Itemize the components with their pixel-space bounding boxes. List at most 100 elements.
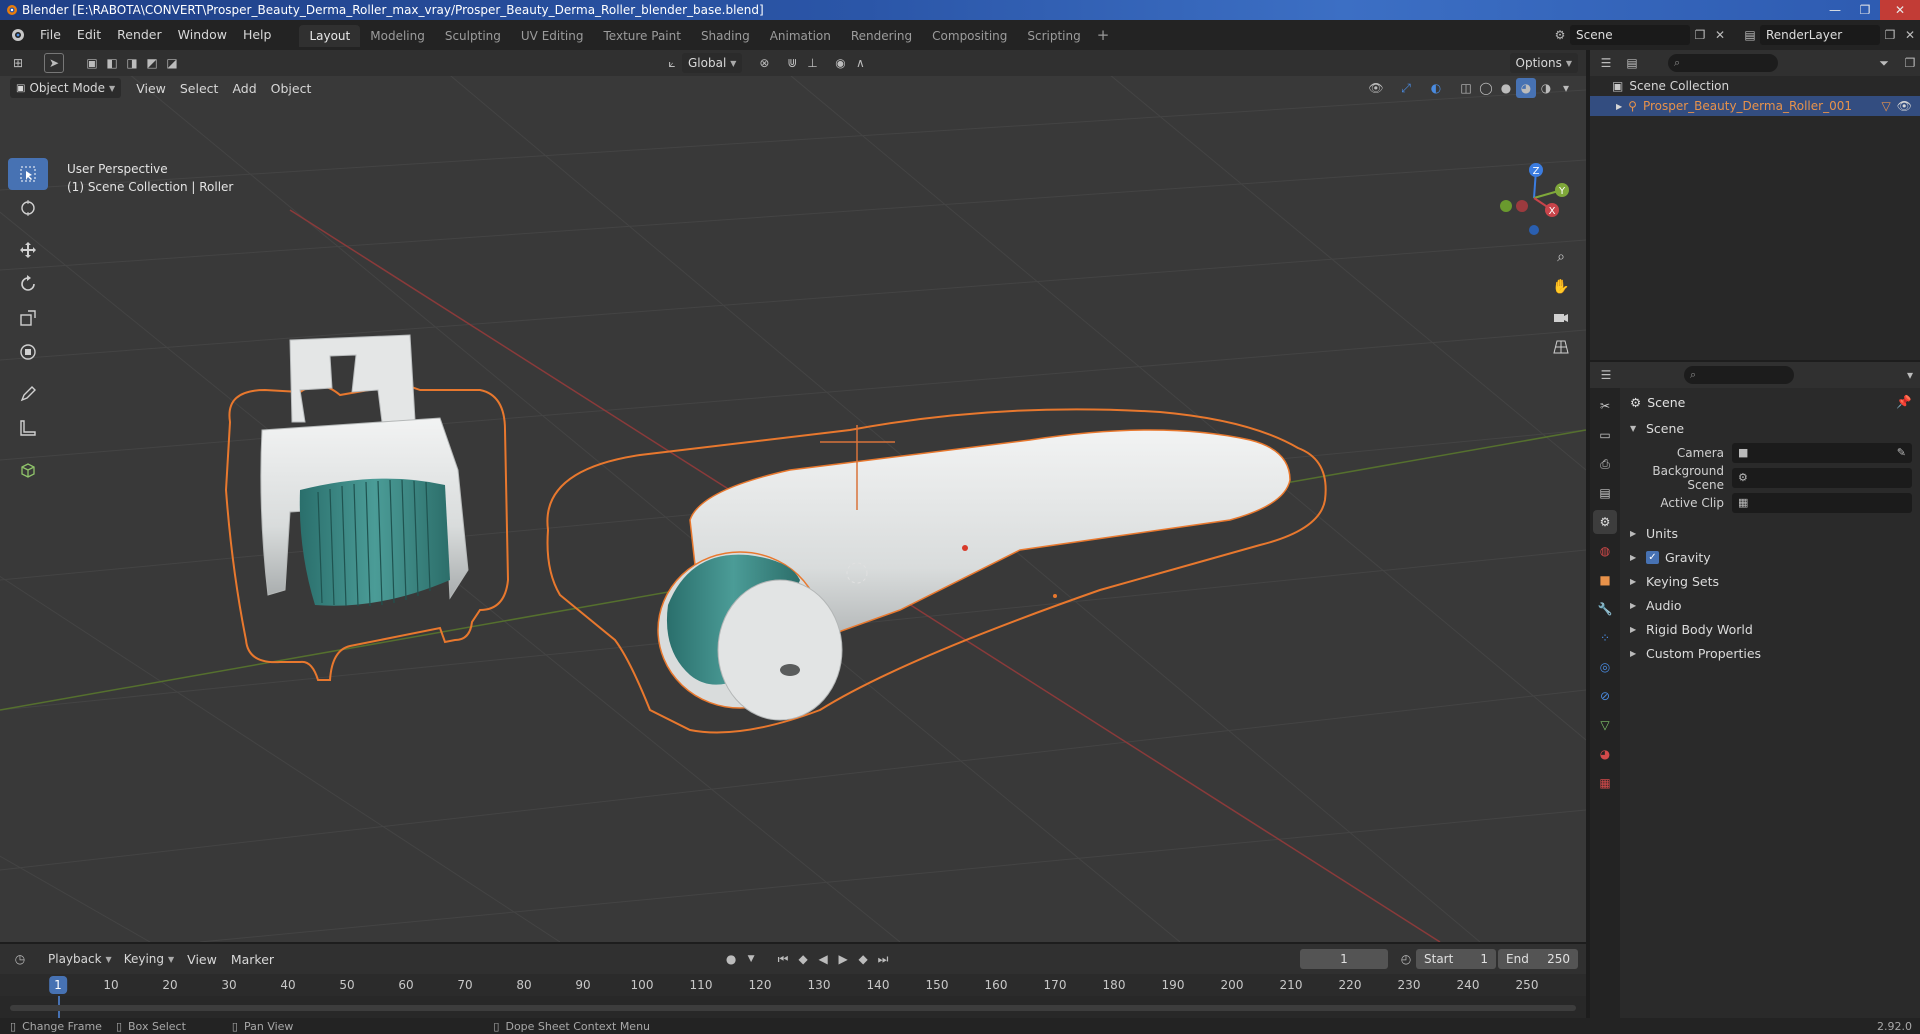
play-reverse-icon[interactable]: ◀ <box>813 949 833 969</box>
tree-row-scene-collection[interactable]: ▣ Scene Collection <box>1590 76 1920 96</box>
display-mode-icon[interactable]: ▤ <box>1622 53 1642 73</box>
viewport-menu-select[interactable]: Select <box>173 81 226 96</box>
tab-shading[interactable]: Shading <box>691 25 760 47</box>
modifier-tab-icon[interactable]: 🔧 <box>1593 597 1617 621</box>
scale-tool-icon[interactable] <box>8 302 48 334</box>
tree-row-object[interactable]: ▶ ⚲ Prosper_Beauty_Derma_Roller_001 ▽ 👁 <box>1590 96 1920 116</box>
physics-tab-icon[interactable]: ◎ <box>1593 655 1617 679</box>
add-cube-tool-icon[interactable] <box>8 454 48 486</box>
perspective-toggle-icon[interactable] <box>1548 334 1574 360</box>
solid-shading-icon[interactable]: ● <box>1496 78 1516 98</box>
snap-target-icon[interactable]: ⊥ <box>802 53 822 73</box>
proportional-edit-icon[interactable]: ◉ <box>830 53 850 73</box>
constraints-tab-icon[interactable]: ⊘ <box>1593 684 1617 708</box>
menu-file[interactable]: File <box>32 20 69 50</box>
camera-field[interactable]: ■ ✎ <box>1732 442 1912 463</box>
delete-scene-icon[interactable]: ✕ <box>1710 25 1730 45</box>
mode-new-selection-icon[interactable]: ▣ <box>82 53 102 73</box>
overlay-toggle-icon[interactable]: ◐ <box>1426 78 1446 98</box>
viewport-menu-add[interactable]: Add <box>225 81 263 96</box>
delete-view-layer-icon[interactable]: ✕ <box>1900 25 1920 45</box>
viewport-menu-object[interactable]: Object <box>264 81 319 96</box>
mode-intersect-selection-icon[interactable]: ◪ <box>162 53 182 73</box>
object-tab-icon[interactable]: ■ <box>1593 568 1617 592</box>
shading-options-icon[interactable]: ▾ <box>1556 78 1576 98</box>
world-tab-icon[interactable]: ◍ <box>1593 539 1617 563</box>
outliner-search-input[interactable]: ⌕ <box>1668 54 1778 72</box>
menu-help[interactable]: Help <box>235 20 280 50</box>
timeline-editor-type-icon[interactable]: ◷ <box>10 949 30 969</box>
menu-edit[interactable]: Edit <box>69 20 109 50</box>
texture-tab-icon[interactable]: ▦ <box>1593 771 1617 795</box>
object-mode-dropdown[interactable]: ▣ Object Mode ▼ <box>10 78 122 98</box>
render-tab-icon[interactable]: ▭ <box>1593 423 1617 447</box>
expand-arrow-icon[interactable]: ▶ <box>1616 102 1622 111</box>
panel-gravity[interactable]: ▶ ✓ Gravity <box>1622 545 1920 569</box>
next-keyframe-icon[interactable]: ◆ <box>853 949 873 969</box>
cursor-tool-icon[interactable] <box>8 192 48 224</box>
transform-tool-icon[interactable] <box>8 336 48 368</box>
blender-menu-icon[interactable] <box>8 26 26 44</box>
jump-end-icon[interactable]: ⏭ <box>873 949 893 969</box>
tab-uv-editing[interactable]: UV Editing <box>511 25 594 47</box>
scene-icon[interactable]: ⚙ <box>1550 25 1570 45</box>
outliner-editor-type-icon[interactable]: ☰ <box>1596 53 1616 73</box>
gravity-checkbox[interactable]: ✓ <box>1646 550 1659 564</box>
move-tool-icon[interactable] <box>8 234 48 266</box>
keying-menu[interactable]: Keying ▼ <box>118 949 180 969</box>
material-shading-icon[interactable]: ◕ <box>1516 78 1536 98</box>
panel-keying-sets[interactable]: ▶ Keying Sets <box>1622 569 1920 593</box>
navigation-gizmo[interactable]: Z Y X <box>1494 158 1574 238</box>
zoom-icon[interactable]: ⌕ <box>1548 244 1574 270</box>
active-tool-icon[interactable]: ➤ <box>44 53 64 73</box>
visibility-filter-icon[interactable]: 👁 <box>1366 78 1386 98</box>
end-frame-field[interactable]: End 250 <box>1498 949 1578 969</box>
menu-render[interactable]: Render <box>109 20 170 50</box>
scene-tab-icon[interactable]: ⚙ <box>1593 510 1617 534</box>
tab-rendering[interactable]: Rendering <box>841 25 922 47</box>
snap-magnet-icon[interactable]: ⋓ <box>782 53 802 73</box>
select-box-tool-icon[interactable] <box>8 158 48 190</box>
tab-compositing[interactable]: Compositing <box>922 25 1017 47</box>
view-layer-selector[interactable]: RenderLayer <box>1760 25 1880 45</box>
properties-options-icon[interactable]: ▾ <box>1900 365 1920 385</box>
rotate-tool-icon[interactable] <box>8 268 48 300</box>
record-icon[interactable]: ● <box>721 949 741 969</box>
tab-scripting[interactable]: Scripting <box>1017 25 1090 47</box>
pan-hand-icon[interactable]: ✋ <box>1548 274 1574 300</box>
preview-range-icon[interactable]: ◴ <box>1396 949 1416 969</box>
options-dropdown[interactable]: Options ▼ <box>1509 53 1578 73</box>
add-workspace-button[interactable]: + <box>1091 26 1116 44</box>
rendered-shading-icon[interactable]: ◑ <box>1536 78 1556 98</box>
new-collection-icon[interactable]: ❐ <box>1900 53 1920 73</box>
close-button[interactable]: ✕ <box>1880 0 1920 20</box>
playback-menu[interactable]: Playback ▼ <box>42 949 118 969</box>
panel-scene-header[interactable]: ▼ Scene <box>1622 416 1920 440</box>
mode-extend-selection-icon[interactable]: ◧ <box>102 53 122 73</box>
measure-tool-icon[interactable] <box>8 412 48 444</box>
mode-invert-selection-icon[interactable]: ◩ <box>142 53 162 73</box>
properties-editor-type-icon[interactable]: ☰ <box>1596 365 1616 385</box>
new-scene-icon[interactable]: ❐ <box>1690 25 1710 45</box>
pin-icon[interactable]: 📌 <box>1896 394 1912 410</box>
prev-keyframe-icon[interactable]: ◆ <box>793 949 813 969</box>
pivot-point-icon[interactable]: ⊗ <box>754 53 774 73</box>
timeline-scrollbar[interactable] <box>10 1005 1576 1011</box>
xray-toggle-icon[interactable]: ◫ <box>1456 78 1476 98</box>
background-scene-field[interactable]: ⚙ <box>1732 467 1912 488</box>
tool-tab-icon[interactable]: ✂ <box>1593 394 1617 418</box>
filter-icon[interactable]: ⏷ <box>1874 53 1894 73</box>
gizmo-toggle-icon[interactable]: ⤢ <box>1396 78 1416 98</box>
new-view-layer-icon[interactable]: ❐ <box>1880 25 1900 45</box>
jump-start-icon[interactable]: ⏮ <box>773 949 793 969</box>
viewport-menu-view[interactable]: View <box>129 81 173 96</box>
3d-viewport[interactable]: User Perspective (1) Scene Collection | … <box>0 50 1586 942</box>
current-frame-field[interactable]: 1 <box>1300 949 1388 969</box>
tab-modeling[interactable]: Modeling <box>360 25 435 47</box>
play-icon[interactable]: ▶ <box>833 949 853 969</box>
timeline-ruler[interactable]: 1 10 20 30 40 50 60 70 80 90 100 110 120… <box>0 974 1586 996</box>
tab-texture-paint[interactable]: Texture Paint <box>594 25 691 47</box>
material-tab-icon[interactable]: ◕ <box>1593 742 1617 766</box>
view-layer-tab-icon[interactable]: ▤ <box>1593 481 1617 505</box>
camera-view-icon[interactable] <box>1548 304 1574 330</box>
